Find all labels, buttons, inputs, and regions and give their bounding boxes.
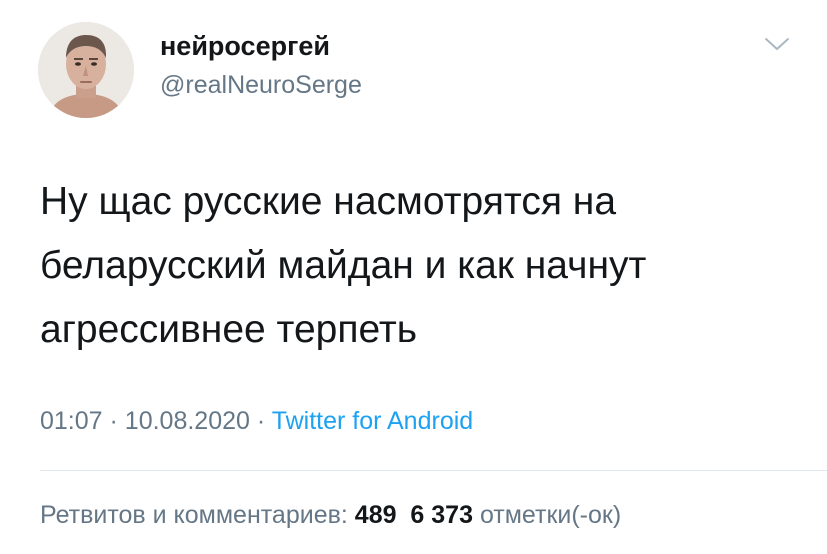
author-display-name[interactable]: нейросергей: [160, 30, 330, 62]
meta-separator: ·: [109, 407, 118, 435]
divider: [40, 470, 827, 471]
tweet-meta: 01:07 · 10.08.2020 · Twitter for Android: [40, 406, 473, 436]
meta-separator: ·: [256, 407, 266, 435]
tweet-stats: Ретвитов и комментариев: 489 6 373 отмет…: [40, 498, 621, 532]
tweet-date[interactable]: 10.08.2020: [125, 407, 250, 435]
author-handle[interactable]: @realNeuroSerge: [160, 70, 362, 100]
avatar[interactable]: [38, 22, 134, 118]
likes-label[interactable]: отметки(-ок): [480, 501, 621, 529]
tweet-card: нейросергей @realNeuroSerge Ну щас русск…: [0, 0, 827, 554]
stats-label: Ретвитов и комментариев:: [40, 501, 348, 529]
tweet-source-link[interactable]: Twitter for Android: [272, 407, 473, 435]
like-count[interactable]: 6 373: [410, 501, 473, 529]
tweet-time[interactable]: 01:07: [40, 407, 103, 435]
retweet-count[interactable]: 489: [355, 501, 397, 529]
avatar-image: [38, 22, 134, 118]
chevron-down-icon[interactable]: [764, 36, 790, 52]
tweet-text: Ну щас русские насмотрятся на беларусски…: [40, 180, 647, 351]
